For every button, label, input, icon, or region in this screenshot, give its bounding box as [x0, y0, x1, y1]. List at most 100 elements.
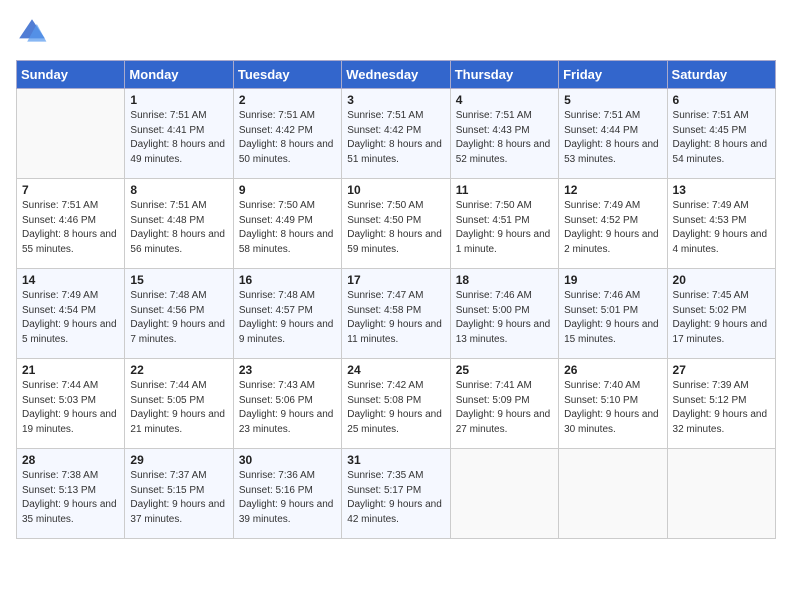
day-number: 27 — [673, 363, 770, 377]
day-number: 21 — [22, 363, 119, 377]
logo-icon — [16, 16, 48, 48]
day-number: 2 — [239, 93, 336, 107]
calendar-cell: 30 Sunrise: 7:36 AMSunset: 5:16 PMDayligh… — [233, 449, 341, 539]
day-info: Sunrise: 7:47 AMSunset: 4:58 PMDaylight:… — [347, 289, 444, 347]
calendar-table: SundayMondayTuesdayWednesdayThursdayFrid… — [16, 60, 776, 539]
day-info: Sunrise: 7:51 AMSunset: 4:41 PMDaylight:… — [130, 109, 227, 167]
day-number: 15 — [130, 273, 227, 287]
calendar-cell: 26 Sunrise: 7:40 AMSunset: 5:10 PMDayligh… — [559, 359, 667, 449]
day-info: Sunrise: 7:49 AMSunset: 4:53 PMDaylight:… — [673, 199, 770, 257]
day-number: 7 — [22, 183, 119, 197]
day-info: Sunrise: 7:51 AMSunset: 4:43 PMDaylight:… — [456, 109, 553, 167]
day-info: Sunrise: 7:50 AMSunset: 4:50 PMDaylight:… — [347, 199, 444, 257]
day-info: Sunrise: 7:50 AMSunset: 4:51 PMDaylight:… — [456, 199, 553, 257]
calendar-cell: 16 Sunrise: 7:48 AMSunset: 4:57 PMDayligh… — [233, 269, 341, 359]
calendar-cell: 11 Sunrise: 7:50 AMSunset: 4:51 PMDayligh… — [450, 179, 558, 269]
calendar-cell: 22Sunrise: 7:44 AMSunset: 5:05 PMDayligh… — [125, 359, 233, 449]
calendar-cell: 2 Sunrise: 7:51 AMSunset: 4:42 PMDaylight… — [233, 89, 341, 179]
day-info: Sunrise: 7:51 AMSunset: 4:46 PMDaylight:… — [22, 199, 119, 257]
calendar-cell: 3 Sunrise: 7:51 AMSunset: 4:42 PMDaylight… — [342, 89, 450, 179]
day-info: Sunrise: 7:51 AMSunset: 4:42 PMDaylight:… — [347, 109, 444, 167]
calendar-cell: 8 Sunrise: 7:51 AMSunset: 4:48 PMDaylight… — [125, 179, 233, 269]
calendar-cell — [17, 89, 125, 179]
day-number: 23 — [239, 363, 336, 377]
day-info: Sunrise: 7:36 AMSunset: 5:16 PMDaylight:… — [239, 469, 336, 527]
calendar-cell: 7 Sunrise: 7:51 AMSunset: 4:46 PMDaylight… — [17, 179, 125, 269]
day-number: 29 — [130, 453, 227, 467]
day-info: Sunrise: 7:51 AMSunset: 4:48 PMDaylight:… — [130, 199, 227, 257]
day-number: 9 — [239, 183, 336, 197]
page-header — [16, 16, 776, 48]
day-info: Sunrise: 7:46 AMSunset: 5:01 PMDaylight:… — [564, 289, 661, 347]
day-number: 25 — [456, 363, 553, 377]
calendar-cell: 1 Sunrise: 7:51 AMSunset: 4:41 PMDaylight… — [125, 89, 233, 179]
day-number: 19 — [564, 273, 661, 287]
day-number: 26 — [564, 363, 661, 377]
calendar-cell: 5 Sunrise: 7:51 AMSunset: 4:44 PMDaylight… — [559, 89, 667, 179]
day-number: 13 — [673, 183, 770, 197]
column-header-saturday: Saturday — [667, 61, 775, 89]
calendar-cell: 31Sunrise: 7:35 AMSunset: 5:17 PMDayligh… — [342, 449, 450, 539]
calendar-cell: 25 Sunrise: 7:41 AMSunset: 5:09 PMDayligh… — [450, 359, 558, 449]
day-number: 20 — [673, 273, 770, 287]
day-info: Sunrise: 7:51 AMSunset: 4:44 PMDaylight:… — [564, 109, 661, 167]
day-number: 24 — [347, 363, 444, 377]
day-number: 14 — [22, 273, 119, 287]
day-number: 5 — [564, 93, 661, 107]
day-info: Sunrise: 7:48 AMSunset: 4:57 PMDaylight:… — [239, 289, 336, 347]
calendar-cell: 14 Sunrise: 7:49 AMSunset: 4:54 PMDayligh… — [17, 269, 125, 359]
day-number: 30 — [239, 453, 336, 467]
calendar-cell: 28 Sunrise: 7:38 AMSunset: 5:13 PMDayligh… — [17, 449, 125, 539]
calendar-cell: 23 Sunrise: 7:43 AMSunset: 5:06 PMDayligh… — [233, 359, 341, 449]
column-header-friday: Friday — [559, 61, 667, 89]
day-number: 18 — [456, 273, 553, 287]
column-header-tuesday: Tuesday — [233, 61, 341, 89]
day-number: 10 — [347, 183, 444, 197]
day-info: Sunrise: 7:51 AMSunset: 4:45 PMDaylight:… — [673, 109, 770, 167]
calendar-cell — [559, 449, 667, 539]
day-info: Sunrise: 7:40 AMSunset: 5:10 PMDaylight:… — [564, 379, 661, 437]
calendar-cell: 27 Sunrise: 7:39 AMSunset: 5:12 PMDayligh… — [667, 359, 775, 449]
calendar-cell: 12 Sunrise: 7:49 AMSunset: 4:52 PMDayligh… — [559, 179, 667, 269]
calendar-cell: 9Sunrise: 7:50 AMSunset: 4:49 PMDaylight… — [233, 179, 341, 269]
calendar-cell: 29 Sunrise: 7:37 AMSunset: 5:15 PMDayligh… — [125, 449, 233, 539]
day-number: 16 — [239, 273, 336, 287]
calendar-cell: 15 Sunrise: 7:48 AMSunset: 4:56 PMDayligh… — [125, 269, 233, 359]
day-info: Sunrise: 7:43 AMSunset: 5:06 PMDaylight:… — [239, 379, 336, 437]
day-number: 6 — [673, 93, 770, 107]
day-info: Sunrise: 7:51 AMSunset: 4:42 PMDaylight:… — [239, 109, 336, 167]
column-header-sunday: Sunday — [17, 61, 125, 89]
calendar-cell: 24Sunrise: 7:42 AMSunset: 5:08 PMDayligh… — [342, 359, 450, 449]
day-number: 4 — [456, 93, 553, 107]
day-number: 11 — [456, 183, 553, 197]
day-number: 28 — [22, 453, 119, 467]
column-header-monday: Monday — [125, 61, 233, 89]
calendar-cell — [667, 449, 775, 539]
day-info: Sunrise: 7:38 AMSunset: 5:13 PMDaylight:… — [22, 469, 119, 527]
column-header-wednesday: Wednesday — [342, 61, 450, 89]
calendar-cell: 18Sunrise: 7:46 AMSunset: 5:00 PMDayligh… — [450, 269, 558, 359]
day-info: Sunrise: 7:35 AMSunset: 5:17 PMDaylight:… — [347, 469, 444, 527]
calendar-cell: 4 Sunrise: 7:51 AMSunset: 4:43 PMDaylight… — [450, 89, 558, 179]
day-info: Sunrise: 7:48 AMSunset: 4:56 PMDaylight:… — [130, 289, 227, 347]
day-number: 8 — [130, 183, 227, 197]
calendar-cell: 19 Sunrise: 7:46 AMSunset: 5:01 PMDayligh… — [559, 269, 667, 359]
calendar-cell: 17Sunrise: 7:47 AMSunset: 4:58 PMDayligh… — [342, 269, 450, 359]
calendar-cell: 20 Sunrise: 7:45 AMSunset: 5:02 PMDayligh… — [667, 269, 775, 359]
day-info: Sunrise: 7:39 AMSunset: 5:12 PMDaylight:… — [673, 379, 770, 437]
column-header-thursday: Thursday — [450, 61, 558, 89]
day-info: Sunrise: 7:41 AMSunset: 5:09 PMDaylight:… — [456, 379, 553, 437]
day-info: Sunrise: 7:44 AMSunset: 5:03 PMDaylight:… — [22, 379, 119, 437]
day-info: Sunrise: 7:37 AMSunset: 5:15 PMDaylight:… — [130, 469, 227, 527]
calendar-cell: 21 Sunrise: 7:44 AMSunset: 5:03 PMDayligh… — [17, 359, 125, 449]
day-number: 12 — [564, 183, 661, 197]
day-number: 3 — [347, 93, 444, 107]
calendar-cell — [450, 449, 558, 539]
day-info: Sunrise: 7:49 AMSunset: 4:52 PMDaylight:… — [564, 199, 661, 257]
day-info: Sunrise: 7:44 AMSunset: 5:05 PMDaylight:… — [130, 379, 227, 437]
calendar-cell: 10 Sunrise: 7:50 AMSunset: 4:50 PMDayligh… — [342, 179, 450, 269]
day-info: Sunrise: 7:49 AMSunset: 4:54 PMDaylight:… — [22, 289, 119, 347]
day-number: 1 — [130, 93, 227, 107]
calendar-cell: 6 Sunrise: 7:51 AMSunset: 4:45 PMDaylight… — [667, 89, 775, 179]
day-info: Sunrise: 7:45 AMSunset: 5:02 PMDaylight:… — [673, 289, 770, 347]
